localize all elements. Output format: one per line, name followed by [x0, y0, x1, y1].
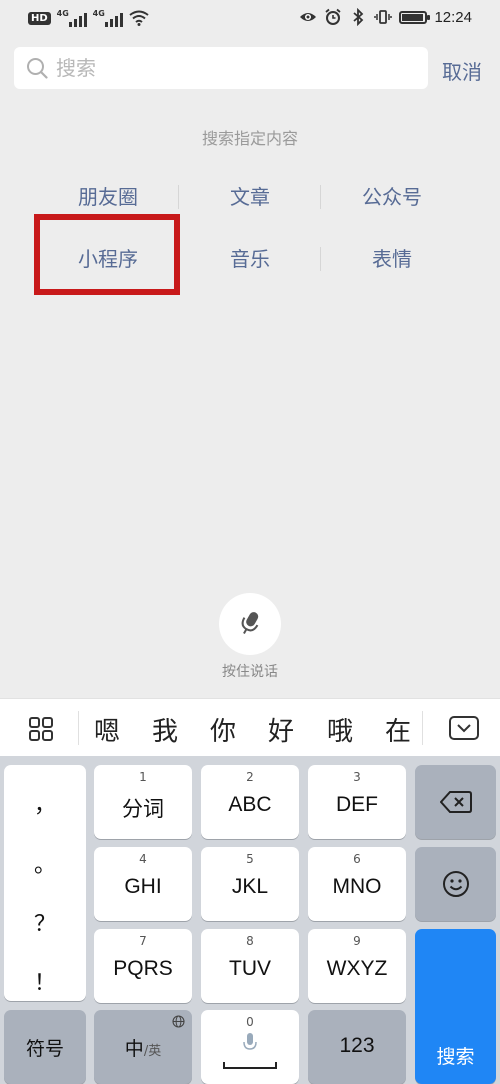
sim2-tag: 4G: [92, 9, 105, 18]
key-7[interactable]: 7 PQRS: [94, 929, 192, 1003]
category-music[interactable]: 音乐: [179, 238, 321, 280]
status-time: 12:24: [434, 8, 472, 26]
key-label: JKL: [231, 875, 269, 898]
key-number: 5: [246, 852, 254, 866]
status-bar: HD 4G 4G 12:24: [0, 0, 500, 38]
key-9[interactable]: 9 WXYZ: [308, 929, 406, 1003]
key-8[interactable]: 8 TUV: [201, 929, 299, 1003]
signal-icon-2: 4G: [93, 9, 123, 27]
status-right: 12:24: [299, 8, 472, 26]
cancel-button[interactable]: 取消: [442, 56, 482, 85]
microphone-icon: [241, 612, 259, 635]
punctuation-panel[interactable]: ， 。 ？ ！: [4, 765, 86, 1001]
candidate-word[interactable]: 你: [210, 711, 236, 748]
hide-keyboard-icon[interactable]: [448, 715, 480, 741]
category-stickers[interactable]: 表情: [321, 238, 463, 280]
search-hint: 搜索指定内容: [201, 129, 298, 148]
punct-question[interactable]: ？: [4, 906, 86, 938]
key-2[interactable]: 2 ABC: [201, 765, 299, 839]
grid-menu-icon[interactable]: [28, 716, 54, 742]
sim1-tag: 4G: [56, 9, 69, 18]
category-articles[interactable]: 文章: [179, 176, 321, 218]
key-6[interactable]: 6 MNO: [308, 847, 406, 921]
key-label: TUV: [229, 957, 271, 980]
symbol-key-label: 符号: [25, 1038, 64, 1060]
vibrate-icon: [374, 10, 393, 24]
microphone-icon: [243, 1033, 257, 1050]
candidate-word[interactable]: 嗯: [94, 711, 120, 748]
search-box[interactable]: [14, 47, 428, 89]
category-mini-programs[interactable]: 小程序: [37, 238, 179, 280]
key-label: MNO: [332, 875, 382, 898]
candidate-word[interactable]: 我: [152, 711, 178, 748]
search-key[interactable]: 搜索: [415, 929, 496, 1084]
key-number: 3: [353, 770, 361, 784]
emoji-key[interactable]: [415, 847, 496, 921]
space-bar-icon: [223, 1062, 277, 1069]
number-key[interactable]: 123: [308, 1010, 406, 1084]
key-label: DEF: [336, 793, 378, 816]
key-number: 9: [353, 934, 361, 948]
search-categories: 朋友圈 文章 公众号 小程序 音乐 表情: [37, 176, 463, 300]
key-number: 2: [246, 770, 254, 784]
punct-period[interactable]: 。: [4, 847, 86, 879]
search-input[interactable]: [56, 56, 396, 80]
category-row: 朋友圈 文章 公众号: [37, 176, 463, 218]
globe-icon: [172, 1015, 185, 1028]
key-label: ABC: [228, 793, 272, 816]
number-key-label: 123: [339, 1034, 375, 1057]
wifi-icon: [129, 10, 149, 26]
key-label: WXYZ: [326, 957, 388, 980]
battery-level: [402, 13, 423, 21]
eye-icon: [300, 13, 317, 21]
voice-button[interactable]: [219, 593, 281, 655]
category-row: 小程序 音乐 表情: [37, 238, 463, 280]
bluetooth-icon: [353, 8, 364, 26]
candidate-word[interactable]: 好: [268, 711, 294, 748]
category-official-accounts[interactable]: 公众号: [321, 176, 463, 218]
lang-alt-label: /英: [143, 1044, 162, 1059]
key-number: 7: [139, 934, 147, 948]
keyboard: ， 。 ？ ！ 1 分词 2 ABC 3 DEF 4 GHI 5 JKL 6 M…: [0, 756, 500, 1084]
emoji-icon: [443, 871, 469, 897]
key-number: 0: [246, 1015, 254, 1029]
search-icon: [27, 58, 48, 79]
candidate-divider: [422, 711, 423, 745]
punct-exclaim[interactable]: ！: [4, 965, 86, 997]
candidate-divider: [78, 711, 79, 745]
status-left: HD 4G 4G: [28, 9, 149, 27]
key-number: 6: [353, 852, 361, 866]
candidate-word[interactable]: 在: [385, 711, 411, 748]
hd-badge: HD: [28, 11, 51, 25]
language-key[interactable]: 中/英: [94, 1010, 192, 1084]
alarm-icon: [325, 8, 342, 25]
key-4[interactable]: 4 GHI: [94, 847, 192, 921]
backspace-key[interactable]: [415, 765, 496, 839]
key-number: 8: [246, 934, 254, 948]
key-number: 1: [139, 770, 147, 784]
signal-icon: 4G: [57, 9, 87, 27]
search-key-label: 搜索: [436, 1046, 475, 1068]
key-label: GHI: [124, 875, 162, 898]
battery-icon: [399, 10, 431, 24]
lang-main-label: 中: [124, 1038, 144, 1060]
key-5[interactable]: 5 JKL: [201, 847, 299, 921]
key-1[interactable]: 1 分词: [94, 765, 192, 839]
candidate-word[interactable]: 哦: [327, 711, 353, 748]
candidate-bar: 嗯 我 你 好 哦 在: [0, 698, 500, 756]
key-label: PQRS: [113, 957, 173, 980]
key-3[interactable]: 3 DEF: [308, 765, 406, 839]
category-moments[interactable]: 朋友圈: [37, 176, 179, 218]
space-key[interactable]: 0: [201, 1010, 299, 1084]
voice-label: 按住说话: [222, 664, 278, 680]
key-number: 4: [139, 852, 147, 866]
symbol-key[interactable]: 符号: [4, 1010, 86, 1084]
backspace-icon: [440, 791, 472, 813]
punct-comma[interactable]: ，: [4, 787, 86, 819]
key-label: 分词: [122, 798, 164, 821]
